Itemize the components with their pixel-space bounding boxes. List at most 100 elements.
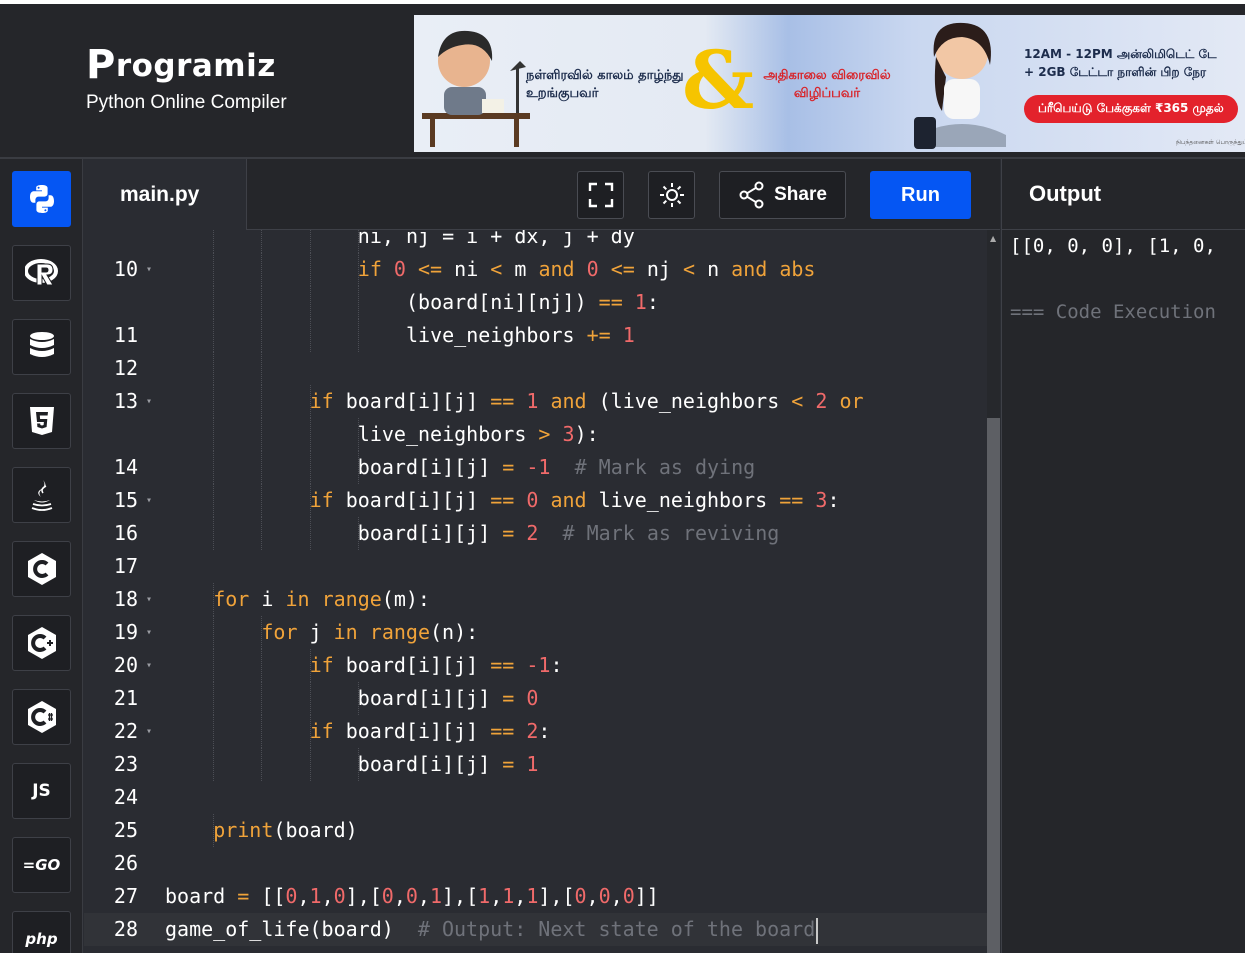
code-line[interactable]: 18 ▾ for i in range(m): (84, 583, 987, 616)
code-line[interactable]: 28 game_of_life(board) # Output: Next sta… (84, 913, 987, 946)
code-line[interactable]: 11 live_neighbors += 1 (84, 319, 987, 352)
code-text: for i in range(m): (213, 583, 430, 616)
indent-guide (213, 517, 215, 550)
code-token: board[i][j] (357, 752, 503, 776)
sql-language-button[interactable] (12, 319, 71, 375)
code-token: (board) (273, 818, 358, 842)
go-icon: =GO (22, 856, 61, 874)
code-token: = (502, 752, 515, 776)
python-language-button[interactable] (12, 171, 71, 227)
output-result-line: [[0, 0, 0], [1, 0, (1010, 235, 1216, 257)
advertisement-banner[interactable]: நள்ளிரவில் காலம் தாழ்ந்து உறங்குபவர் & அ… (414, 15, 1245, 152)
code-line[interactable]: live_neighbors > 3): (84, 418, 987, 451)
indent-guide (213, 286, 215, 319)
fold-arrow-icon[interactable]: ▾ (146, 583, 152, 616)
editor-scrollbar[interactable]: ▲ (987, 230, 1000, 953)
code-text: if 0 <= ni < m and 0 <= nj < n and abs (358, 253, 816, 286)
fold-arrow-icon[interactable]: ▾ (146, 715, 152, 748)
fold-arrow-icon[interactable]: ▾ (146, 253, 152, 286)
code-line[interactable]: 13 ▾ if board[i][j] == 1 and (live_neighbo… (84, 385, 987, 418)
ad-cta-button[interactable]: ப்ரீபெய்டு பேக்குகள் ₹365 முதல் (1024, 95, 1238, 123)
fold-arrow-icon[interactable]: ▾ (146, 649, 152, 682)
javascript-language-button[interactable]: JS (12, 763, 71, 819)
fold-arrow-icon[interactable]: ▾ (146, 616, 152, 649)
c-language-icon (27, 553, 56, 585)
share-button[interactable]: Share (719, 171, 846, 219)
code-token: ],[ (345, 884, 382, 908)
code-line[interactable]: 27 board = [[0,1,0],[0,0,1],[1,1,1],[0,0,… (84, 880, 987, 913)
r-language-button[interactable] (12, 245, 71, 301)
line-number: 25 (113, 818, 138, 842)
theme-toggle-button[interactable] (648, 171, 695, 219)
js-icon: JS (32, 781, 51, 801)
code-line[interactable]: 25 print(board) (84, 814, 987, 847)
code-token: : (550, 653, 563, 677)
code-text: live_neighbors > 3): (358, 418, 599, 451)
code-line[interactable]: 24 (84, 781, 987, 814)
code-token: live_neighbors (406, 323, 587, 347)
file-tab-main-py[interactable]: main.py (84, 159, 247, 230)
output-status-line: === Code Execution (1010, 301, 1216, 323)
code-text: if board[i][j] == -1: (310, 649, 563, 682)
csharp-language-button[interactable] (12, 689, 71, 745)
code-line[interactable]: 20 ▾ if board[i][j] == -1: (84, 649, 987, 682)
html-language-button[interactable] (12, 393, 71, 449)
output-title: Output (1002, 159, 1245, 230)
indent-guide (261, 451, 263, 484)
scrollbar-thumb[interactable] (987, 418, 1000, 953)
php-language-button[interactable]: php (12, 911, 71, 953)
code-token: 3 (562, 422, 575, 446)
code-line[interactable]: 15 ▾ if board[i][j] == 0 and live_neighbor… (84, 484, 987, 517)
code-line[interactable]: 21 board[i][j] = 0 (84, 682, 987, 715)
code-line[interactable]: 12 (84, 352, 987, 385)
indent-guide (261, 649, 263, 682)
code-token: (board[ni][nj]) (406, 290, 599, 314)
indent-guide (261, 286, 263, 319)
scroll-up-icon[interactable]: ▲ (990, 234, 996, 243)
fold-arrow-icon[interactable]: ▾ (146, 484, 152, 517)
cpp-language-button[interactable] (12, 615, 71, 671)
code-editor[interactable]: ni, nj = i + dx, j + dy 10 ▾ if 0 <= ni < m… (84, 230, 987, 953)
indent-guide (213, 748, 215, 781)
code-token: 2 (815, 389, 828, 413)
code-token: board[i][j] (357, 686, 503, 710)
indent-guide (213, 253, 215, 286)
code-line[interactable]: 23 board[i][j] = 1 (84, 748, 987, 781)
code-token: , (610, 884, 623, 908)
code-line[interactable]: 17 (84, 550, 987, 583)
code-token: ]] (634, 884, 659, 908)
code-token: == (490, 488, 515, 512)
code-line[interactable]: 19 ▾ for j in range(n): (84, 616, 987, 649)
programiz-logo[interactable]: Programiz (86, 40, 287, 88)
indent-guide (213, 230, 215, 253)
code-line[interactable]: 10 ▾ if 0 <= ni < m and 0 <= nj < n and ab… (84, 253, 987, 286)
code-token: n (695, 257, 732, 281)
indent-guide (309, 517, 311, 550)
code-token: and (538, 257, 587, 281)
brand[interactable]: Programiz Python Online Compiler (86, 40, 287, 114)
run-button[interactable]: Run (870, 171, 971, 219)
fold-arrow-icon[interactable]: ▾ (146, 385, 152, 418)
code-line[interactable]: 16 board[i][j] = 2 # Mark as reviving (84, 517, 987, 550)
code-line[interactable]: 26 (84, 847, 987, 880)
code-token: (m): (381, 587, 430, 611)
c-language-button[interactable] (12, 541, 71, 597)
code-line[interactable]: (board[ni][nj]) == 1: (84, 286, 987, 319)
code-token: , (393, 884, 406, 908)
fullscreen-button[interactable] (577, 171, 624, 219)
code-token: 1 (526, 752, 539, 776)
code-token: 1 (429, 884, 443, 908)
code-token: ],[ (442, 884, 479, 908)
code-token: in (333, 620, 358, 644)
code-text: if board[i][j] == 2: (310, 715, 551, 748)
code-line[interactable]: 22 ▾ if board[i][j] == 2: (84, 715, 987, 748)
code-token: 1 (502, 884, 515, 908)
java-language-button[interactable] (12, 467, 71, 523)
code-token: board[i][j] (333, 653, 491, 677)
go-language-button[interactable]: =GO (12, 837, 71, 893)
line-number: 14 (113, 455, 138, 479)
code-line[interactable]: 14 board[i][j] = -1 # Mark as dying (84, 451, 987, 484)
code-text: board = [[0,1,0],[0,0,1],[1,1,1],[0,0,0]… (165, 880, 659, 913)
code-line[interactable]: ni, nj = i + dx, j + dy (84, 230, 987, 253)
